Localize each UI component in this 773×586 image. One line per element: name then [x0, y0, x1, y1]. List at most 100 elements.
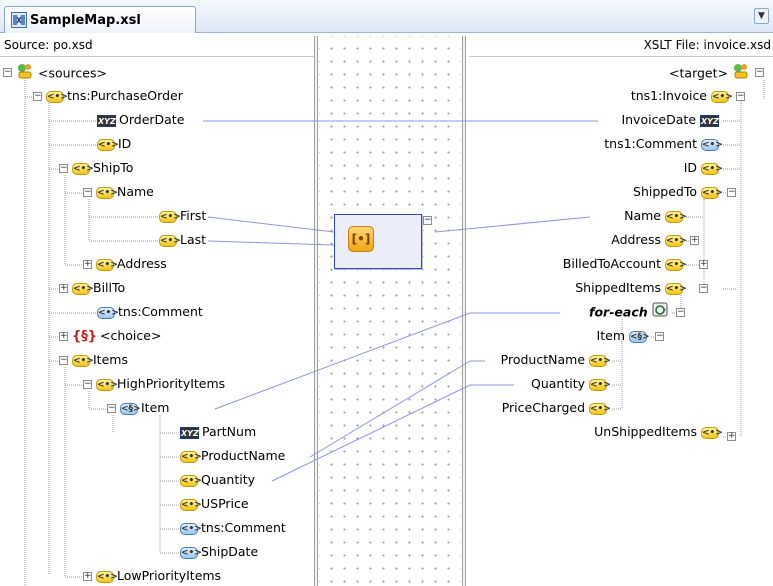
node-label: tns:Comment: [118, 304, 203, 319]
function-collapse-toggle[interactable]: −: [423, 216, 432, 225]
collapse-toggle[interactable]: −: [655, 332, 664, 341]
collapse-toggle[interactable]: −: [33, 92, 42, 101]
node-label: BillTo: [93, 280, 126, 295]
node-label: Name: [624, 208, 662, 223]
node-label: OrderDate: [119, 112, 185, 127]
element-icon: <•>: [711, 90, 733, 103]
tree-node-last[interactable]: <•>Last: [159, 230, 206, 250]
tree-node-name[interactable]: <•>Name: [96, 182, 154, 202]
element-icon: <•>: [72, 354, 94, 367]
node-label: Item: [141, 400, 170, 415]
collapse-toggle[interactable]: −: [736, 92, 745, 101]
element-icon: <•>: [589, 402, 611, 415]
tree-node-for-each[interactable]: for-each: [530, 302, 670, 322]
tree-node-shipped-to[interactable]: ShippedTo <•>: [540, 182, 723, 202]
schema-root-icon: [732, 62, 750, 86]
tree-node-ship-date[interactable]: <•>ShipDate: [180, 542, 258, 562]
node-label: Quantity: [201, 472, 256, 487]
collapse-toggle[interactable]: −: [59, 356, 68, 365]
node-label: tns:PurchaseOrder: [67, 88, 183, 103]
element-icon: <•>: [180, 522, 202, 535]
node-label: Address: [117, 256, 167, 271]
tree-node-product-name[interactable]: ProductName <•>: [470, 350, 611, 370]
tree-node-choice[interactable]: {§} <choice>: [72, 326, 161, 346]
expand-toggle[interactable]: +: [59, 284, 68, 293]
tree-node-billed-to-account[interactable]: BilledToAccount <•>: [490, 254, 687, 274]
tree-node-product-name[interactable]: <•>ProductName: [180, 446, 285, 466]
node-label: ID: [118, 136, 132, 151]
tree-node-order-date[interactable]: XYZ OrderDate: [97, 110, 184, 130]
node-label: Last: [180, 232, 207, 247]
tree-node-invoice[interactable]: tns1:Invoice <•>: [560, 86, 733, 106]
tree-node-name[interactable]: Name <•>: [540, 206, 687, 226]
tree-node-address[interactable]: Address <•>: [530, 230, 687, 250]
expand-toggle[interactable]: +: [83, 260, 92, 269]
node-label: Quantity: [530, 376, 586, 391]
expand-toggle[interactable]: +: [727, 432, 736, 441]
tree-node-id[interactable]: ID <•>: [560, 158, 723, 178]
tree-node-high-priority-items[interactable]: <•>HighPriorityItems: [96, 374, 225, 394]
tree-node-price-charged[interactable]: PriceCharged <•>: [470, 398, 611, 418]
tree-node-shipped-items[interactable]: ShippedItems <•>: [500, 278, 687, 298]
node-label: First: [180, 208, 207, 223]
expand-toggle[interactable]: +: [690, 236, 699, 245]
expand-toggle[interactable]: +: [699, 260, 708, 269]
collapse-toggle[interactable]: −: [3, 68, 12, 77]
element-icon: <•>: [159, 234, 181, 247]
tree-node-item[interactable]: Item <§>: [540, 326, 650, 346]
attribute-icon: XYZ: [700, 114, 719, 127]
collapse-toggle[interactable]: −: [676, 308, 685, 317]
tree-node-unshipped-items[interactable]: UnShippedItems <•>: [530, 422, 723, 442]
tree-node-quantity[interactable]: <•>Quantity: [180, 470, 255, 490]
node-label: HighPriorityItems: [117, 376, 226, 391]
collapse-toggle[interactable]: −: [83, 188, 92, 197]
collapse-toggle[interactable]: −: [755, 68, 764, 77]
tree-node-items[interactable]: <•>Items: [72, 350, 128, 370]
element-icon: <•>: [701, 138, 723, 151]
tree-node-item-comment[interactable]: <•>tns:Comment: [180, 518, 286, 538]
element-icon: <•>: [701, 186, 723, 199]
element-icon: <•>: [46, 90, 68, 103]
node-label: InvoiceDate: [621, 112, 697, 127]
tree-node-shipto[interactable]: <•>ShipTo: [72, 158, 133, 178]
element-icon: <•>: [97, 306, 119, 319]
tree-node-invoice-date[interactable]: InvoiceDate XYZ: [560, 110, 722, 130]
element-icon: <•>: [180, 450, 202, 463]
collapse-toggle[interactable]: −: [727, 188, 736, 197]
tree-node-comment[interactable]: <•>tns:Comment: [97, 302, 203, 322]
tree-node-part-num[interactable]: XYZ PartNum: [180, 422, 256, 442]
tree-node-id[interactable]: <•>ID: [97, 134, 131, 154]
node-label: <sources>: [37, 65, 107, 81]
element-icon: <•>: [180, 498, 202, 511]
node-label: for-each: [589, 304, 648, 320]
node-label: LowPriorityItems: [117, 568, 222, 583]
function-node[interactable]: [•]: [334, 214, 422, 269]
collapse-toggle[interactable]: −: [59, 164, 68, 173]
tree-node-quantity[interactable]: Quantity <•>: [470, 374, 611, 394]
element-icon: <•>: [159, 210, 181, 223]
element-icon: <•>: [589, 354, 611, 367]
element-icon: <•>: [589, 378, 611, 391]
expand-toggle[interactable]: +: [83, 572, 92, 581]
node-label: ProductName: [500, 352, 586, 367]
tree-node-sources[interactable]: <sources>: [16, 62, 107, 82]
collapse-toggle[interactable]: −: [107, 404, 116, 413]
tree-node-target[interactable]: <target>: [620, 62, 750, 82]
repeating-element-icon: <§>: [629, 330, 650, 343]
tree-node-item[interactable]: <§>Item: [120, 398, 169, 418]
element-icon: <•>: [665, 258, 687, 271]
element-icon: <•>: [180, 474, 202, 487]
tree-node-low-priority-items[interactable]: <•>LowPriorityItems: [96, 566, 221, 586]
tree-node-first[interactable]: <•>First: [159, 206, 206, 226]
tree-node-comment[interactable]: tns1:Comment <•>: [540, 134, 723, 154]
tree-node-usprice[interactable]: <•>USPrice: [180, 494, 249, 514]
expand-toggle[interactable]: +: [59, 332, 68, 341]
element-icon: <•>: [665, 282, 687, 295]
collapse-toggle[interactable]: −: [699, 284, 708, 293]
tree-node-purchase-order[interactable]: <•>tns:PurchaseOrder: [46, 86, 183, 106]
node-label: PartNum: [202, 424, 257, 439]
node-label: ProductName: [201, 448, 286, 463]
tree-node-billto[interactable]: <•>BillTo: [72, 278, 125, 298]
collapse-toggle[interactable]: −: [83, 380, 92, 389]
tree-node-address[interactable]: <•>Address: [96, 254, 167, 274]
